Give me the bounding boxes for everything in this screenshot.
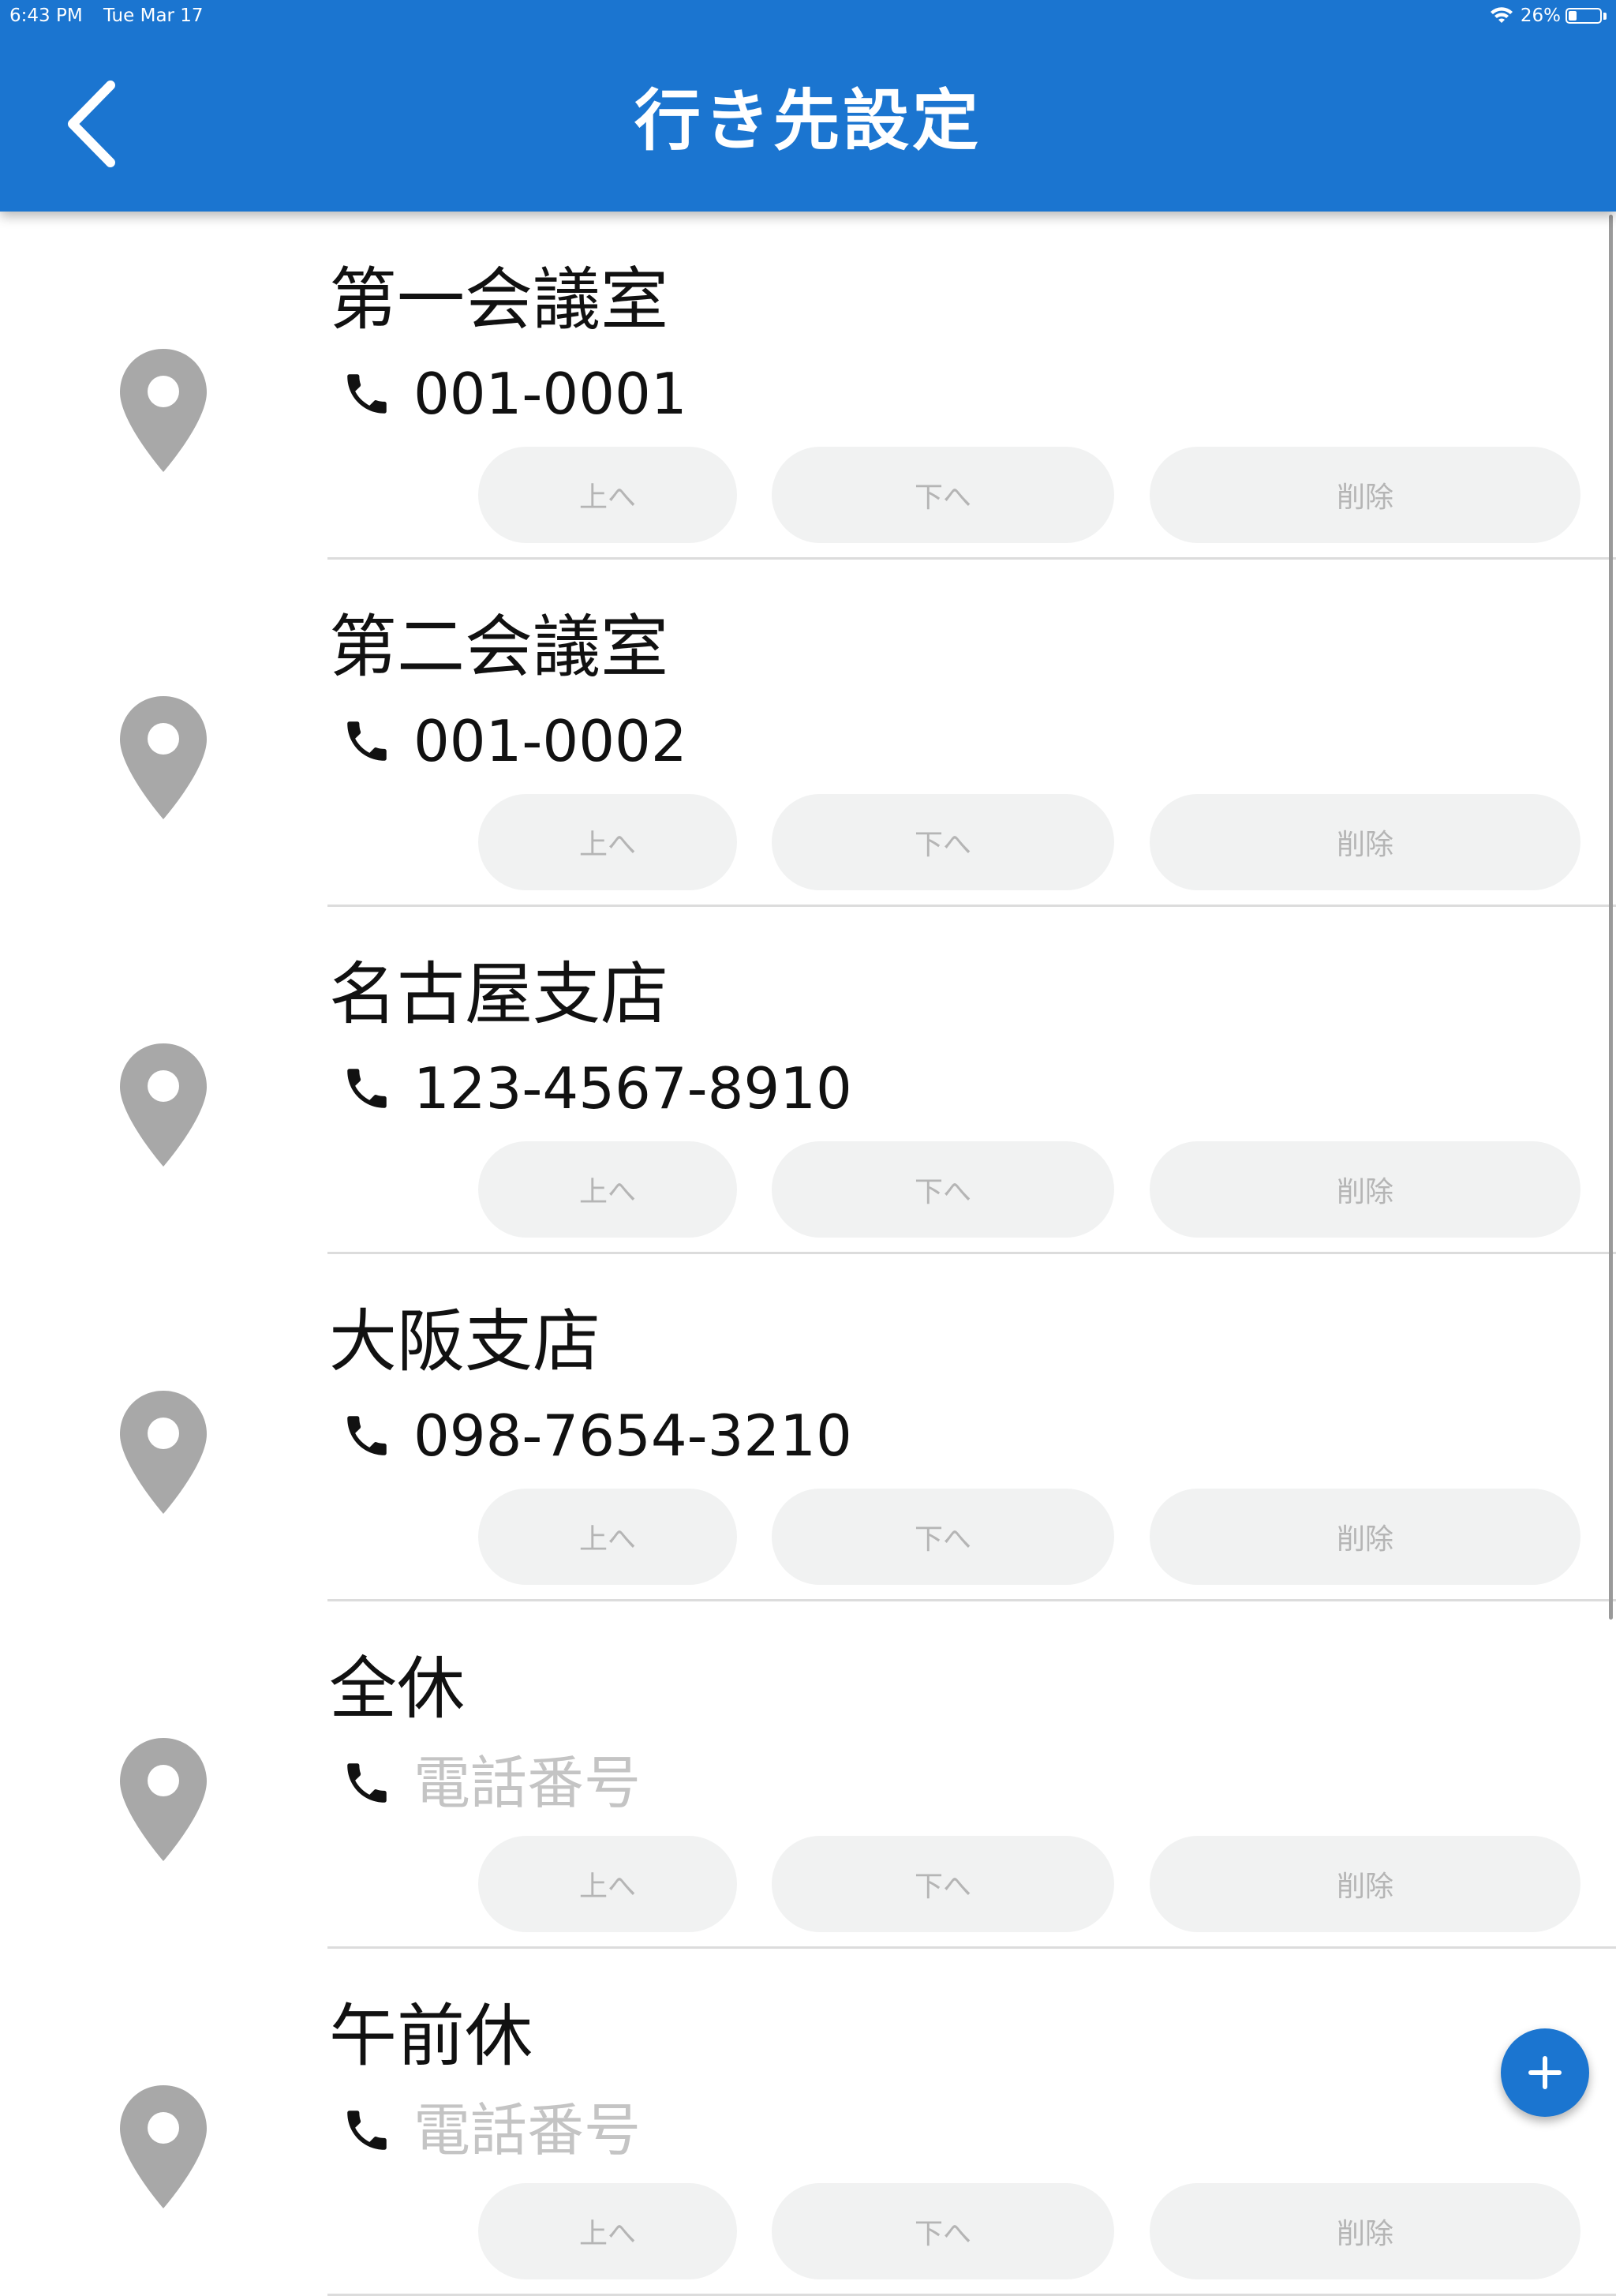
destination-name[interactable]: 午前休 bbox=[329, 1997, 533, 2076]
app-header: 6:43 PM Tue Mar 17 26% 行き先設定 bbox=[0, 0, 1616, 212]
move-down-button[interactable]: 下へ bbox=[772, 794, 1114, 890]
delete-button[interactable]: 削除 bbox=[1150, 1489, 1580, 1585]
status-date: Tue Mar 17 bbox=[103, 6, 204, 26]
move-up-button[interactable]: 上へ bbox=[478, 447, 737, 543]
move-up-button[interactable]: 上へ bbox=[478, 1489, 737, 1585]
map-pin-icon bbox=[118, 2084, 208, 2210]
move-up-button[interactable]: 上へ bbox=[478, 794, 737, 890]
phone-icon bbox=[341, 1410, 393, 1462]
destination-name[interactable]: 名古屋支店 bbox=[329, 955, 668, 1034]
scrollbar[interactable] bbox=[1609, 215, 1613, 1620]
status-bar: 6:43 PM Tue Mar 17 26% bbox=[0, 0, 1616, 32]
delete-button[interactable]: 削除 bbox=[1150, 1836, 1580, 1932]
chevron-left-icon bbox=[68, 81, 115, 167]
battery-cap bbox=[1603, 12, 1607, 20]
move-down-button[interactable]: 下へ bbox=[772, 1836, 1114, 1932]
status-time: 6:43 PM bbox=[9, 6, 83, 26]
destination-row: 大阪支店 上へ 下へ 削除 bbox=[0, 1253, 1616, 1601]
destination-row: 第一会議室 上へ 下へ 削除 bbox=[0, 212, 1616, 560]
phone-field[interactable] bbox=[413, 2095, 1124, 2166]
destination-name[interactable]: 第二会議室 bbox=[329, 608, 668, 687]
delete-button[interactable]: 削除 bbox=[1150, 447, 1580, 543]
destination-row: 第二会議室 上へ 下へ 削除 bbox=[0, 559, 1616, 907]
phone-field[interactable] bbox=[413, 706, 1124, 777]
phone-icon bbox=[341, 368, 393, 420]
battery-icon bbox=[1566, 8, 1602, 24]
phone-icon bbox=[341, 715, 393, 767]
phone-field[interactable] bbox=[413, 1053, 1124, 1124]
back-button[interactable] bbox=[63, 73, 129, 175]
phone-field[interactable] bbox=[413, 1747, 1124, 1818]
destination-row: 全休 上へ 下へ 削除 bbox=[0, 1601, 1616, 1949]
map-pin-icon bbox=[118, 1389, 208, 1515]
destination-name[interactable]: 大阪支店 bbox=[329, 1302, 600, 1381]
destination-name[interactable]: 第一会議室 bbox=[329, 260, 668, 339]
phone-icon bbox=[341, 1062, 393, 1114]
battery-level bbox=[1569, 11, 1577, 21]
phone-row bbox=[341, 2095, 1124, 2166]
page-title: 行き先設定 bbox=[634, 82, 982, 159]
map-pin-icon bbox=[118, 347, 208, 474]
map-pin-icon bbox=[118, 1042, 208, 1168]
add-destination-button[interactable] bbox=[1501, 2028, 1589, 2117]
map-pin-icon bbox=[118, 695, 208, 821]
phone-field[interactable] bbox=[413, 358, 1124, 429]
move-down-button[interactable]: 下へ bbox=[772, 1489, 1114, 1585]
phone-field[interactable] bbox=[413, 1400, 1124, 1471]
delete-button[interactable]: 削除 bbox=[1150, 1141, 1580, 1238]
move-down-button[interactable]: 下へ bbox=[772, 1141, 1114, 1238]
destination-row: 午前休 上へ 下へ 削除 bbox=[0, 1948, 1616, 2296]
phone-row bbox=[341, 1747, 1124, 1818]
phone-row bbox=[341, 358, 1124, 429]
destination-name[interactable]: 全休 bbox=[329, 1650, 465, 1729]
status-indicators: 26% bbox=[1489, 4, 1607, 28]
plus-icon bbox=[1528, 2056, 1562, 2089]
phone-icon bbox=[341, 2104, 393, 2156]
battery-percent: 26% bbox=[1520, 6, 1561, 26]
move-up-button[interactable]: 上へ bbox=[478, 1141, 737, 1238]
delete-button[interactable]: 削除 bbox=[1150, 2183, 1580, 2279]
destination-row: 名古屋支店 上へ 下へ 削除 bbox=[0, 906, 1616, 1254]
move-up-button[interactable]: 上へ bbox=[478, 1836, 737, 1932]
phone-row bbox=[341, 1053, 1124, 1124]
phone-row bbox=[341, 1400, 1124, 1471]
delete-button[interactable]: 削除 bbox=[1150, 794, 1580, 890]
move-down-button[interactable]: 下へ bbox=[772, 2183, 1114, 2279]
move-down-button[interactable]: 下へ bbox=[772, 447, 1114, 543]
phone-row bbox=[341, 706, 1124, 777]
wifi-icon bbox=[1490, 7, 1513, 23]
phone-icon bbox=[341, 1757, 393, 1809]
map-pin-icon bbox=[118, 1736, 208, 1863]
move-up-button[interactable]: 上へ bbox=[478, 2183, 737, 2279]
destination-list: 第一会議室 上へ 下へ 削除 第二会議室 bbox=[0, 212, 1616, 2296]
